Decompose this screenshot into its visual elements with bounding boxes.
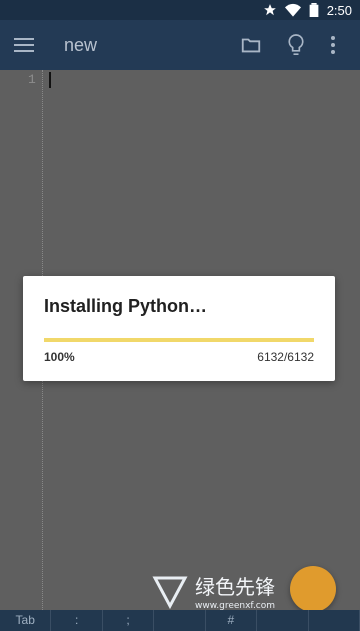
star-icon (263, 4, 276, 16)
status-time: 2:50 (326, 2, 352, 18)
progress-percent: 100% (44, 350, 75, 364)
key-hash[interactable]: # (206, 610, 258, 631)
dialog-title: Installing Python… (44, 296, 208, 316)
extra-keys-bar: Tab : ; # (0, 610, 360, 631)
progress-fill (44, 338, 314, 342)
text-cursor (49, 72, 51, 88)
key-empty-2[interactable] (257, 610, 309, 631)
progress-count: 6132/6132 (257, 350, 314, 364)
document-title: new (64, 35, 98, 55)
key-empty-3[interactable] (309, 610, 360, 631)
battery-icon (309, 3, 319, 17)
progress-bar (44, 338, 314, 342)
key-empty-1[interactable] (154, 610, 206, 631)
line-number: 1 (28, 72, 36, 87)
more-vert-icon[interactable] (330, 34, 336, 56)
menu-icon[interactable] (14, 38, 34, 52)
key-colon[interactable]: : (51, 610, 103, 631)
wifi-icon (284, 3, 301, 17)
key-semicolon[interactable]: ; (103, 610, 155, 631)
key-tab[interactable]: Tab (0, 610, 52, 631)
install-progress-dialog: Installing Python… 100% 6132/6132 (23, 276, 335, 381)
app-bar: new (0, 20, 360, 70)
floating-action-button[interactable] (290, 566, 336, 612)
status-bar: 2:50 (0, 0, 360, 20)
folder-icon[interactable] (240, 34, 262, 56)
lightbulb-icon[interactable] (286, 33, 306, 57)
